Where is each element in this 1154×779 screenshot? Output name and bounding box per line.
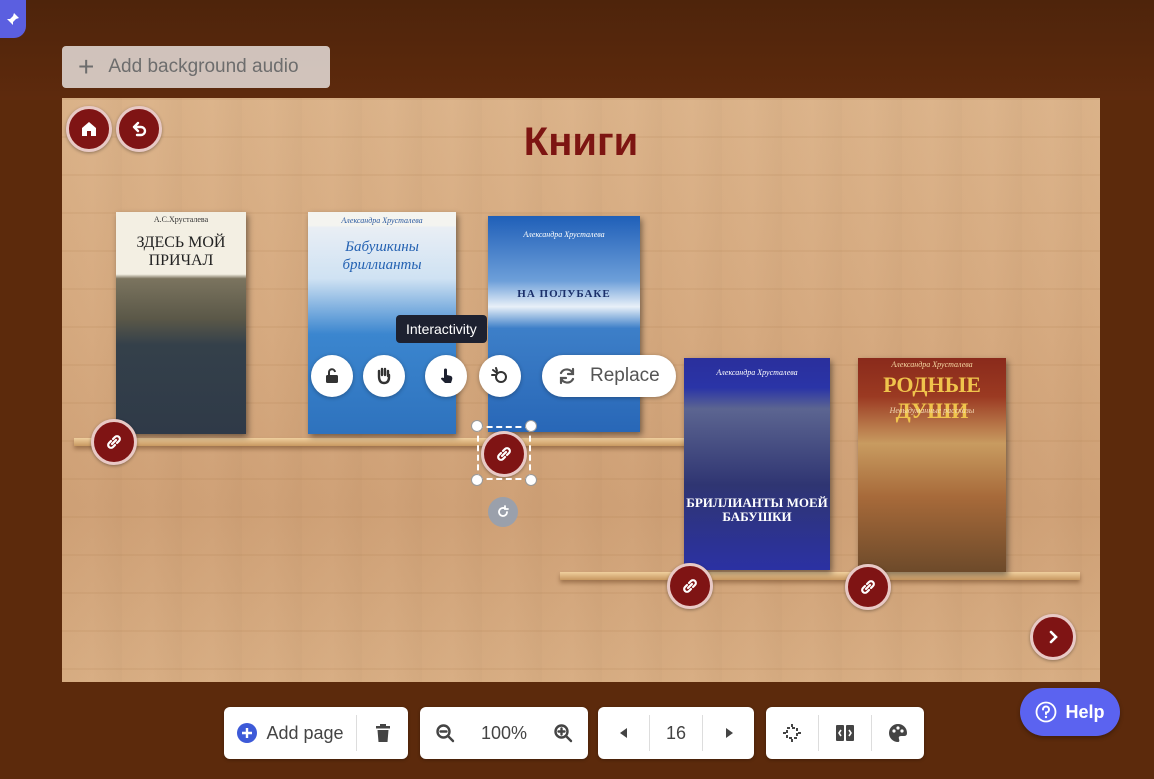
page-title[interactable]: Книги (62, 120, 1100, 165)
draggable-button[interactable] (363, 355, 405, 397)
resize-handle-br[interactable] (525, 474, 537, 486)
back-button[interactable] (116, 106, 162, 152)
book-author: Александра Хрусталева (891, 360, 973, 369)
resize-handle-tl[interactable] (471, 420, 483, 432)
unlock-icon (326, 368, 338, 383)
bottom-shelf (560, 572, 1080, 580)
selection-box (477, 426, 531, 480)
next-page-toolbar-button[interactable] (703, 707, 754, 759)
top-shelf (74, 438, 694, 446)
book-rodnye-dushi[interactable]: Александра Хрусталева РОДНЫЕ ДУШИ Невыду… (858, 358, 1006, 572)
link-icon (107, 435, 121, 449)
next-page-button[interactable] (1030, 614, 1076, 660)
add-page-button[interactable]: Add page (224, 707, 356, 759)
book-author: А.С.Хрусталева (153, 215, 209, 224)
zoom-out-icon (436, 724, 455, 743)
palette-icon (889, 724, 907, 742)
replace-button[interactable]: Replace (542, 355, 676, 397)
link-hotspot-3[interactable] (667, 563, 713, 609)
triangle-right-icon (725, 728, 733, 738)
undo-arrow-icon (132, 121, 147, 137)
home-icon (82, 122, 96, 136)
book-author: Александра Хрусталева (341, 216, 423, 225)
link-icon (861, 580, 875, 594)
book-na-polubake[interactable]: Александра Хрусталева НА ПОЛУБАКЕ (488, 216, 640, 432)
add-background-audio-label: Add background audio (108, 56, 299, 77)
view-options-group (766, 707, 924, 759)
pin-button[interactable] (0, 0, 26, 38)
zoom-out-button[interactable] (420, 707, 470, 759)
hand-icon (377, 367, 391, 385)
theme-button[interactable] (872, 707, 924, 759)
book-title: НА ПОЛУБАКЕ (517, 288, 611, 300)
chevron-right-icon (1049, 630, 1058, 644)
interactivity-button[interactable] (425, 355, 467, 397)
plus-icon: + (78, 51, 95, 82)
interactivity-tooltip: Interactivity (396, 315, 487, 343)
link-hotspot-1[interactable] (91, 419, 137, 465)
resize-handle-tr[interactable] (525, 420, 537, 432)
triangle-left-icon (619, 728, 627, 738)
link-hotspot-4[interactable] (845, 564, 891, 610)
book-brillianty-moey-babushki[interactable]: Александра Хрусталева БРИЛЛИАНТЫ МОЕЙ БА… (684, 358, 830, 570)
help-button[interactable]: Help (1020, 688, 1120, 736)
two-page-view-button[interactable] (819, 707, 871, 759)
page-actions-group: Add page (224, 707, 408, 759)
lock-button[interactable] (311, 355, 353, 397)
zoom-group: 100% (420, 707, 588, 759)
refresh-icon (559, 367, 575, 385)
fit-screen-icon (783, 724, 801, 742)
page-navigation-group: 16 (598, 707, 754, 759)
pin-icon (7, 13, 19, 25)
delete-page-button[interactable] (357, 707, 408, 759)
zoom-level: 100% (480, 722, 528, 743)
animation-icon (491, 367, 507, 383)
tap-icon (441, 368, 453, 383)
replace-label: Replace (590, 365, 660, 386)
page-number[interactable]: 16 (650, 707, 702, 759)
book-title: БРИЛЛИАНТЫ МОЕЙ БАБУШКИ (686, 495, 828, 524)
book-author: Александра Хрусталева (523, 230, 605, 239)
zoom-in-icon (554, 724, 573, 743)
help-label: Help (1065, 701, 1105, 722)
add-background-audio-button[interactable]: + Add background audio (62, 46, 330, 88)
add-page-label: Add page (266, 722, 344, 743)
book-spread-icon (836, 725, 854, 741)
book-title: ЗДЕСЬ МОЙ ПРИЧАЛ (136, 234, 226, 269)
fit-to-screen-button[interactable] (766, 707, 818, 759)
resize-handle-bl[interactable] (471, 474, 483, 486)
link-icon (683, 579, 697, 593)
trash-icon (375, 724, 390, 742)
rotate-icon (498, 505, 509, 517)
book-zdes-moy-prichal[interactable]: А.С.Хрусталева ЗДЕСЬ МОЙ ПРИЧАЛ (116, 212, 246, 434)
book-title: Бабушкины бриллианты (342, 239, 422, 273)
question-circle-icon (1036, 701, 1057, 723)
rotate-handle[interactable] (488, 497, 518, 527)
previous-page-button[interactable] (598, 707, 649, 759)
zoom-in-button[interactable] (538, 707, 588, 759)
book-author: Александра Хрусталева (716, 368, 798, 377)
home-button[interactable] (66, 106, 112, 152)
add-circle-icon (237, 723, 258, 743)
animation-button[interactable] (479, 355, 521, 397)
book-subtitle: Невыдуманные рассказы (889, 406, 975, 415)
book-title: РОДНЫЕ ДУШИ (883, 372, 981, 423)
